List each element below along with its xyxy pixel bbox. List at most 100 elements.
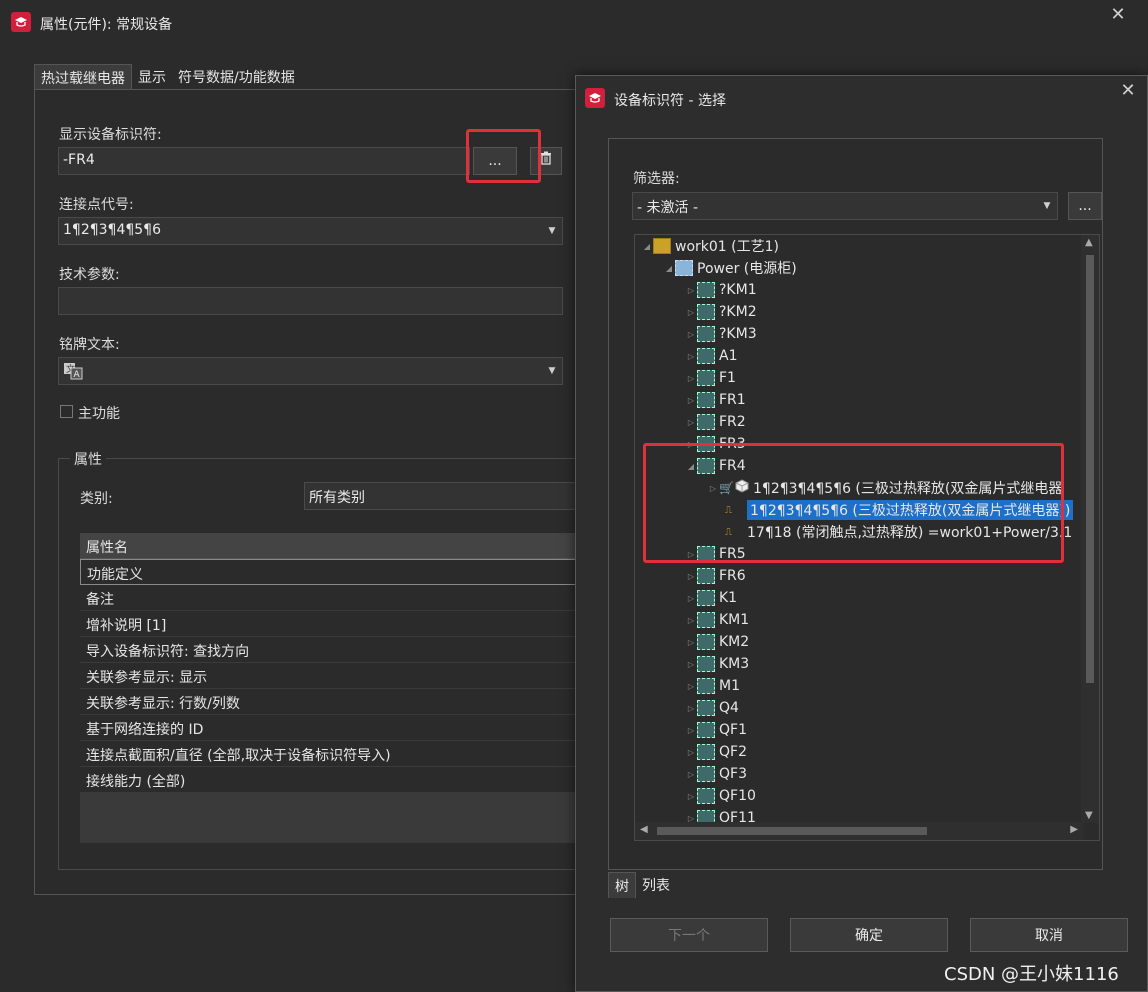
- tree-item[interactable]: ▷ KM2: [685, 631, 749, 653]
- chevron-down-icon[interactable]: ▼: [542, 358, 562, 384]
- app-logo-icon: [11, 12, 31, 32]
- trash-icon: [540, 151, 552, 169]
- chevron-down-icon[interactable]: ▼: [542, 218, 562, 244]
- tab-overload-relay[interactable]: 热过载继电器: [34, 64, 132, 90]
- tab-tree[interactable]: 树: [608, 872, 636, 898]
- connection-label: 连接点代号:: [59, 197, 134, 213]
- tab-list[interactable]: 列表: [636, 872, 676, 898]
- tree-location[interactable]: ◢ Power (电源柜): [663, 257, 797, 279]
- dt-input[interactable]: -FR4: [58, 147, 470, 175]
- highlight-box-browse: [466, 129, 541, 183]
- table-row[interactable]: 关联参考显示: 显示: [80, 663, 576, 689]
- horizontal-scrollbar[interactable]: ◀ ▶: [635, 822, 1083, 840]
- cancel-button[interactable]: 取消: [970, 918, 1128, 952]
- main-function-label: 主功能: [78, 406, 120, 422]
- nameplate-label: 铭牌文本:: [59, 337, 120, 353]
- tree-root[interactable]: ◢ work01 (工艺1): [641, 235, 779, 257]
- filter-options-button[interactable]: ...: [1068, 192, 1102, 220]
- device-icon: [697, 678, 715, 694]
- window-title: 属性(元件): 常规设备: [40, 17, 173, 33]
- table-row[interactable]: 接线能力 (全部): [80, 767, 576, 793]
- translate-icon: 文A: [63, 363, 83, 384]
- table-row[interactable]: 备注: [80, 585, 576, 611]
- device-icon: [697, 568, 715, 584]
- tree-item[interactable]: ▷ KM3: [685, 653, 749, 675]
- table-row[interactable]: 导入设备标识符: 查找方向: [80, 637, 576, 663]
- tech-input[interactable]: [58, 287, 563, 315]
- vertical-scrollbar[interactable]: ▲ ▼: [1081, 235, 1099, 823]
- tree-item[interactable]: ▷ FR2: [685, 411, 746, 433]
- tree-item[interactable]: ▷ A1: [685, 345, 737, 367]
- dialog-logo-icon: [585, 88, 605, 108]
- device-icon: [697, 788, 715, 804]
- device-icon: [697, 414, 715, 430]
- dt-selection-dialog: 设备标识符 - 选择 ✕ 筛选器: - 未激活 - ▼ ... ◢ work01…: [575, 75, 1148, 992]
- filter-value: - 未激活 -: [637, 200, 699, 216]
- device-icon: [697, 392, 715, 408]
- filter-label: 筛选器:: [633, 171, 680, 187]
- scroll-right-icon[interactable]: ▶: [1070, 824, 1078, 835]
- highlight-box-fr4: [643, 443, 1064, 563]
- device-icon: [697, 722, 715, 738]
- filter-select[interactable]: - 未激活 - ▼: [632, 192, 1058, 220]
- device-icon: [697, 590, 715, 606]
- device-icon: [697, 700, 715, 716]
- tree-item[interactable]: ▷ FR6: [685, 565, 746, 587]
- tree-item[interactable]: ▷ ?KM3: [685, 323, 757, 345]
- table-row[interactable]: 功能定义: [80, 559, 576, 585]
- properties-grid: 属性名 功能定义 备注 增补说明 [1] 导入设备标识符: 查找方向 关联参考显…: [80, 533, 576, 843]
- category-select[interactable]: 所有类别: [304, 482, 576, 510]
- connection-input[interactable]: 1¶2¶3¶4¶5¶6 ▼: [58, 217, 563, 245]
- chevron-down-icon[interactable]: ◢: [641, 242, 653, 251]
- project-icon: [653, 238, 671, 254]
- tree-item[interactable]: ▷ M1: [685, 675, 740, 697]
- nameplate-input[interactable]: 文A ▼: [58, 357, 563, 385]
- tech-label: 技术参数:: [59, 267, 120, 283]
- connection-value: 1¶2¶3¶4¶5¶6: [63, 222, 161, 238]
- category-label: 类别:: [80, 491, 113, 507]
- ok-button[interactable]: 确定: [790, 918, 948, 952]
- tree-item[interactable]: ▷ Q4: [685, 697, 739, 719]
- properties-group-title: 属性: [70, 449, 106, 469]
- tree-item[interactable]: ▷ ?KM2: [685, 301, 757, 323]
- device-icon: [697, 612, 715, 628]
- table-row[interactable]: 增补说明 [1]: [80, 611, 576, 637]
- table-row[interactable]: 连接点截面积/直径 (全部,取决于设备标识符导入): [80, 741, 576, 767]
- device-icon: [697, 304, 715, 320]
- tab-symbol-data[interactable]: 符号数据/功能数据: [172, 64, 301, 90]
- tree-item[interactable]: ▷ QF2: [685, 741, 747, 763]
- device-icon: [697, 744, 715, 760]
- table-row[interactable]: 基于网络连接的 ID: [80, 715, 576, 741]
- close-icon[interactable]: ✕: [1107, 4, 1129, 26]
- device-icon: [697, 766, 715, 782]
- scroll-up-icon[interactable]: ▲: [1085, 237, 1093, 248]
- tree-item[interactable]: ▷ KM1: [685, 609, 749, 631]
- watermark: CSDN @王小妹1116: [944, 964, 1119, 985]
- next-button[interactable]: 下一个: [610, 918, 768, 952]
- chevron-down-icon[interactable]: ◢: [663, 264, 675, 273]
- dt-label: 显示设备标识符:: [59, 127, 162, 143]
- tree-item[interactable]: ▷ FR1: [685, 389, 746, 411]
- tree-item[interactable]: ▷ QF10: [685, 785, 756, 807]
- chevron-down-icon[interactable]: ▼: [1037, 193, 1057, 219]
- tree-item[interactable]: ▷ QF1: [685, 719, 747, 741]
- grid-header: 属性名: [80, 533, 576, 559]
- tree-item[interactable]: ▷ QF3: [685, 763, 747, 785]
- table-row[interactable]: 关联参考显示: 行数/列数: [80, 689, 576, 715]
- scrollbar-thumb[interactable]: [1086, 255, 1094, 683]
- scroll-down-icon[interactable]: ▼: [1085, 810, 1093, 821]
- tree-item[interactable]: ▷ K1: [685, 587, 737, 609]
- dialog-title: 设备标识符 - 选择: [614, 93, 726, 109]
- scroll-left-icon[interactable]: ◀: [640, 824, 648, 835]
- location-icon: [675, 260, 693, 276]
- tab-display[interactable]: 显示: [132, 64, 172, 90]
- view-tabs: 树 列表: [608, 872, 676, 898]
- svg-text:A: A: [74, 370, 81, 380]
- hscrollbar-thumb[interactable]: [657, 827, 927, 835]
- device-icon: [697, 656, 715, 672]
- tree-item[interactable]: ▷ ?KM1: [685, 279, 757, 301]
- device-icon: [697, 282, 715, 298]
- close-icon[interactable]: ✕: [1117, 80, 1139, 102]
- tree-item[interactable]: ▷ F1: [685, 367, 736, 389]
- main-function-checkbox[interactable]: [60, 405, 73, 418]
